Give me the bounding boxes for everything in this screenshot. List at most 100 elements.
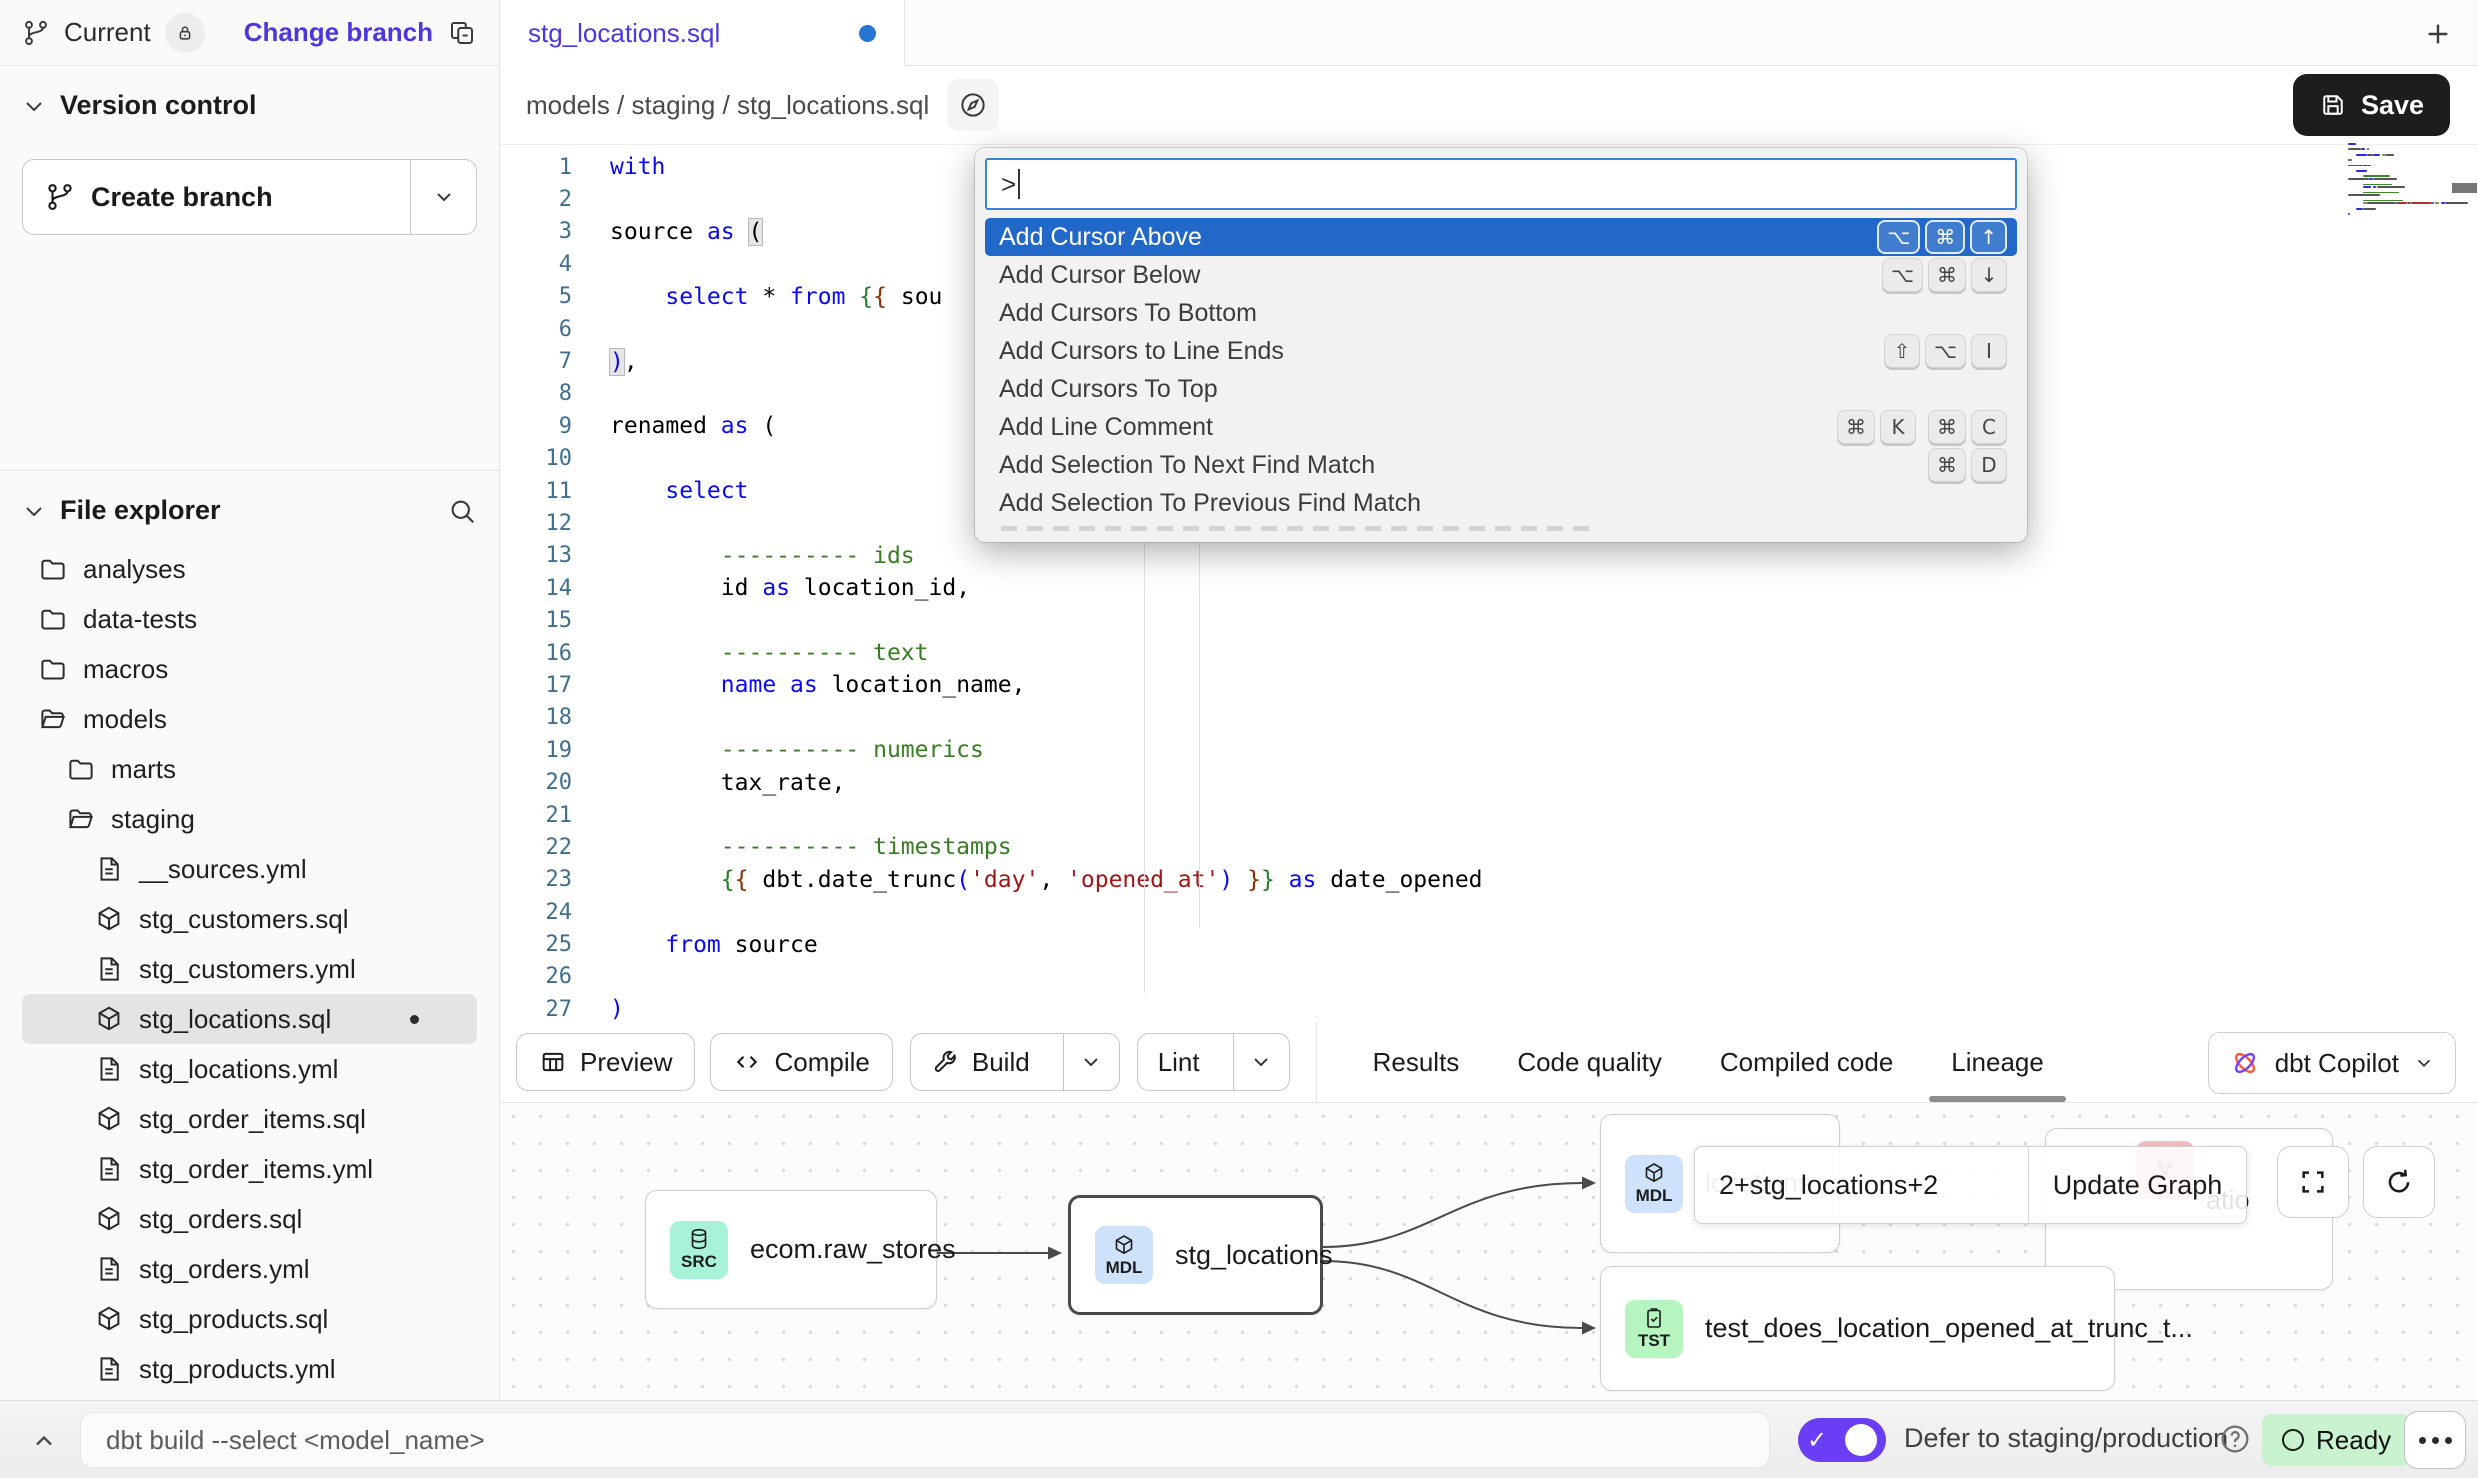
panel-tab-results[interactable]: Results — [1373, 1022, 1460, 1102]
code-text: ---------- text — [610, 640, 929, 666]
command-item[interactable]: Add Cursors To Bottom — [985, 294, 2017, 332]
badge-label: TST — [1638, 1331, 1670, 1351]
file-item-stg-order-items-sql[interactable]: stg_order_items.sql — [22, 1094, 477, 1144]
file-item-stg-customers-yml[interactable]: stg_customers.yml — [22, 944, 477, 994]
lineage-node-stg-locations[interactable]: MDL stg_locations — [1068, 1195, 1323, 1315]
new-tab-button[interactable] — [2416, 12, 2460, 56]
source-badge: SRC — [670, 1221, 728, 1279]
file-item-macros[interactable]: macros — [22, 644, 477, 694]
file-item-models[interactable]: models — [22, 694, 477, 744]
file-list: analyses data-testsmacros models martsstagi… — [22, 544, 477, 1394]
refresh-button[interactable] — [2363, 1146, 2435, 1218]
navigate-chip[interactable] — [947, 79, 999, 131]
line-number: 9 — [500, 414, 610, 439]
file-item-stg-orders-yml[interactable]: stg_orders.yml — [22, 1244, 477, 1294]
compile-button[interactable]: Compile — [710, 1033, 892, 1091]
expand-panel-button[interactable] — [24, 1421, 64, 1461]
code-line-14: 14 id as location_id, — [500, 572, 2478, 604]
defer-toggle[interactable]: ✓ — [1798, 1418, 1886, 1462]
command-item[interactable]: Add Selection To Previous Find Match — [985, 484, 2017, 522]
current-branch-label: Current — [64, 17, 151, 48]
file-item-analyses[interactable]: analyses — [22, 544, 477, 594]
panel-tab-compiled-code[interactable]: Compiled code — [1720, 1022, 1893, 1102]
refresh-icon — [2383, 1166, 2415, 1198]
lineage-panel[interactable]: SRC ecom.raw_stores MDL stg_locations MD… — [500, 1103, 2478, 1400]
search-icon[interactable] — [447, 496, 477, 526]
build-dropdown[interactable] — [1063, 1034, 1119, 1090]
command-item[interactable]: Add Cursors To Top — [985, 370, 2017, 408]
chevron-down-icon[interactable] — [22, 499, 46, 523]
defer-label: Defer to staging/production — [1904, 1423, 2228, 1454]
compass-icon — [958, 90, 988, 120]
ide-status-ready[interactable]: Ready — [2262, 1414, 2411, 1466]
tab-stg-locations-sql[interactable]: stg_locations.sql — [500, 0, 905, 66]
copy-icon[interactable] — [447, 18, 477, 48]
command-item[interactable]: Add Cursor Above⌥⌘↑ — [985, 218, 2017, 256]
selector-input[interactable]: 2+stg_locations+2 — [1695, 1170, 2028, 1201]
command-item[interactable]: Add Line Comment⌘K⌘C — [985, 408, 2017, 446]
save-button[interactable]: Save — [2293, 74, 2450, 136]
file-item-stg-locations-yml[interactable]: stg_locations.yml — [22, 1044, 477, 1094]
preview-button[interactable]: Preview — [516, 1033, 695, 1091]
code-text: ) — [610, 996, 624, 1022]
key-cap: ⌘ — [1928, 448, 1966, 482]
key-cap: ⇧ — [1884, 334, 1920, 368]
file-item-stg-order-items-yml[interactable]: stg_order_items.yml — [22, 1144, 477, 1194]
test-badge: TST — [1625, 1300, 1683, 1358]
command-item[interactable]: Add Cursors to Line Ends⇧⌥I — [985, 332, 2017, 370]
toggle-knob — [1845, 1424, 1877, 1456]
command-item[interactable]: Add Selection To Next Find Match⌘D — [985, 446, 2017, 484]
line-number: 5 — [500, 284, 610, 309]
command-item-label: Add Cursors to Line Ends — [999, 337, 1284, 366]
lineage-node-source[interactable]: SRC ecom.raw_stores — [645, 1190, 937, 1309]
line-number: 2 — [500, 187, 610, 212]
folder-icon — [38, 654, 68, 684]
more-options-button[interactable] — [2404, 1411, 2466, 1469]
file-item-stg-locations-sql[interactable]: stg_locations.sql — [22, 994, 477, 1044]
file-explorer-section: File explorer analyses data-testsmacros mo… — [0, 470, 499, 1400]
build-button[interactable]: Build — [910, 1033, 1120, 1091]
create-branch-dropdown[interactable] — [410, 160, 476, 234]
panel-tab-code-quality[interactable]: Code quality — [1517, 1022, 1662, 1102]
lineage-node-test[interactable]: TST test_does_location_opened_at_trunc_t… — [1600, 1266, 2115, 1391]
file-item-staging[interactable]: staging — [22, 794, 477, 844]
node-label: test_does_location_opened_at_trunc_t... — [1705, 1313, 2193, 1344]
update-graph-button[interactable]: Update Graph — [2028, 1147, 2246, 1223]
git-branch-icon — [45, 182, 75, 212]
help-icon[interactable] — [2218, 1422, 2252, 1456]
file-item-label: analyses — [83, 554, 186, 585]
change-branch-link[interactable]: Change branch — [244, 17, 433, 48]
file-item-stg-products-sql[interactable]: stg_products.sql — [22, 1294, 477, 1344]
file-item-stg-products-yml[interactable]: stg_products.yml — [22, 1344, 477, 1394]
line-number: 10 — [500, 446, 610, 471]
file-item-stg-orders-sql[interactable]: stg_orders.sql — [22, 1194, 477, 1244]
code-line-15: 15 — [500, 604, 2478, 636]
create-branch-button[interactable]: Create branch — [22, 159, 477, 235]
chevron-down-icon — [1079, 1050, 1103, 1074]
editor-minimap[interactable] — [2348, 143, 2458, 223]
file-item-label: stg_orders.sql — [139, 1204, 302, 1235]
chevron-down-icon[interactable] — [22, 94, 46, 118]
line-number: 7 — [500, 349, 610, 374]
dbt-copilot-button[interactable]: dbt Copilot — [2208, 1032, 2456, 1094]
file-item-label: stg_products.yml — [139, 1354, 336, 1385]
scrollbar-indicator[interactable] — [2452, 183, 2477, 193]
lint-button[interactable]: Lint — [1137, 1033, 1290, 1091]
fullscreen-button[interactable] — [2277, 1146, 2349, 1218]
lint-dropdown[interactable] — [1233, 1034, 1289, 1090]
command-item[interactable]: Add Cursor Below⌥⌘↓ — [985, 256, 2017, 294]
file-explorer-title: File explorer — [60, 495, 221, 526]
chevron-down-icon — [2413, 1052, 2435, 1074]
line-number: 16 — [500, 641, 610, 666]
command-palette-input[interactable]: > — [985, 158, 2017, 210]
file-item-label: stg_order_items.sql — [139, 1104, 366, 1135]
file-item-label: models — [83, 704, 167, 735]
panel-tab-lineage[interactable]: Lineage — [1951, 1022, 2044, 1102]
dbt-command-input[interactable]: dbt build --select <model_name> — [80, 1412, 1770, 1468]
file-item-marts[interactable]: marts — [22, 744, 477, 794]
file-item-data-tests[interactable]: data-tests — [22, 594, 477, 644]
badge-label: SRC — [681, 1252, 717, 1272]
file-item--sources-yml[interactable]: __sources.yml — [22, 844, 477, 894]
file-item-stg-customers-sql[interactable]: stg_customers.sql — [22, 894, 477, 944]
line-number: 19 — [500, 738, 610, 763]
